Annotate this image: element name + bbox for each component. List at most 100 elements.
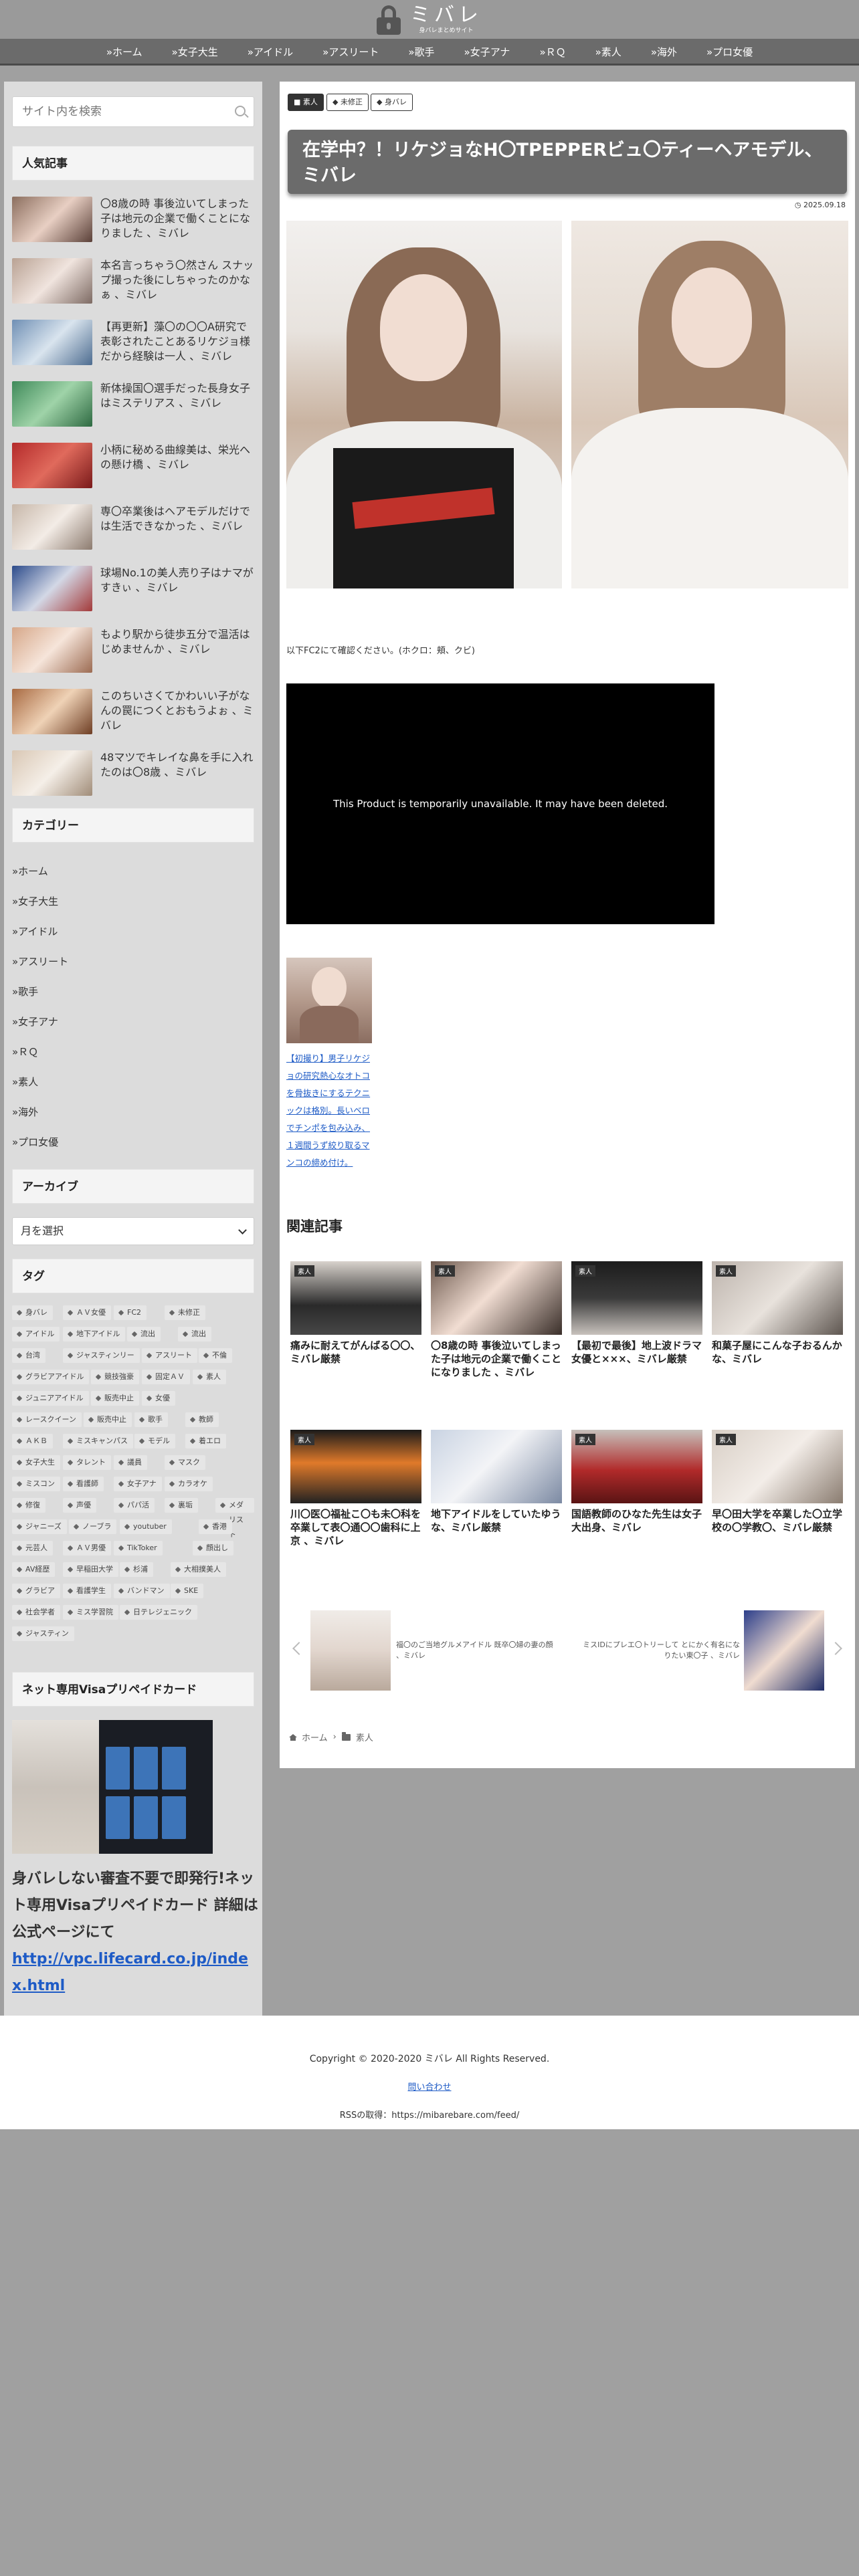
popular-item-title[interactable]: 球場No.1の美人売り子はナマがすきぃ 、ミバレ <box>100 566 254 595</box>
breadcrumb-category[interactable]: 素人 <box>356 1731 373 1743</box>
tag-item[interactable]: 早稲田大学 <box>63 1562 118 1577</box>
tag-item[interactable]: 女子大生 <box>12 1455 60 1470</box>
nav-item-announcer[interactable]: »女子アナ <box>450 39 525 64</box>
popular-item-title[interactable]: 〇8歳の時 事後泣いてしまった子は地元の企業で働くことになりました 、ミバレ <box>100 197 254 241</box>
tag-item[interactable]: 日テレジェニック <box>120 1605 197 1620</box>
popular-item-title[interactable]: このちいさくてかわいい子がなんの罠につくとおもうよぉ 、ミバレ <box>100 689 254 733</box>
tag-badge[interactable]: ◆ 未修正 <box>326 94 369 111</box>
tag-badge[interactable]: ◆ 身バレ <box>371 94 413 111</box>
search-icon[interactable] <box>235 106 246 116</box>
nav-item-rq[interactable]: »ＲＱ <box>524 39 580 64</box>
tag-item[interactable]: タレント <box>63 1455 111 1470</box>
tag-item[interactable]: SKE <box>171 1584 204 1598</box>
promo-link[interactable]: 【初撮り】男子リケジョの研究熱心なオトコを骨抜きにするテクニックは格別。長いベロ… <box>286 1050 373 1172</box>
tag-item[interactable]: バンドマン <box>114 1584 170 1598</box>
carousel-next-title[interactable]: ミスIDにプレエ〇トリーして とにかく有名になりたい東〇子 、ミバレ <box>579 1640 740 1661</box>
popular-item[interactable]: 【再更新】藻〇の〇〇A研究で表彰されたことあるリケジョ様だから経験は一人 、ミバ… <box>12 320 254 373</box>
tag-item[interactable]: 競技強豪 <box>91 1370 139 1384</box>
popular-thumb[interactable] <box>12 197 92 242</box>
popular-thumb[interactable] <box>12 320 92 365</box>
nav-item-amateur[interactable]: »素人 <box>581 39 636 64</box>
article-photo[interactable] <box>286 221 562 588</box>
popular-item[interactable]: 新体操国〇選手だった長身女子はミステリアス 、ミバレ <box>12 381 254 435</box>
related-item-title[interactable]: 早〇田大学を卒業した〇立学校の〇学教〇、ミバレ厳禁 <box>712 1507 843 1534</box>
popular-thumb[interactable] <box>12 443 92 488</box>
tag-item[interactable]: 流出 <box>127 1327 161 1341</box>
category-item[interactable]: »女子大生 <box>12 894 58 908</box>
tag-item[interactable]: モデル <box>134 1434 175 1448</box>
related-item-title[interactable]: 痛みに耐えてがんばる〇〇、ミバレ厳禁 <box>290 1339 421 1366</box>
tag-item[interactable]: FC2 <box>114 1305 147 1320</box>
popular-item[interactable]: 〇8歳の時 事後泣いてしまった子は地元の企業で働くことになりました 、ミバレ <box>12 197 254 250</box>
contact-link[interactable]: 問い合わせ <box>0 2080 859 2092</box>
tag-item[interactable]: ミス学習院 <box>63 1605 118 1620</box>
tag-item[interactable]: レースクイーン <box>12 1412 82 1427</box>
article-photo[interactable] <box>571 221 848 588</box>
category-badge[interactable]: ■ 素人 <box>288 94 324 111</box>
tag-item[interactable]: 看護師 <box>63 1477 104 1491</box>
popular-item-title[interactable]: 【再更新】藻〇の〇〇A研究で表彰されたことあるリケジョ様だから経験は一人 、ミバ… <box>100 320 254 364</box>
tag-item[interactable]: 議員 <box>114 1455 147 1470</box>
category-item[interactable]: »女子アナ <box>12 1014 58 1029</box>
popular-item-title[interactable]: もより駅から徒歩五分で温活はじめませんか 、ミバレ <box>100 627 254 657</box>
tag-item[interactable]: 女子アナ <box>114 1477 162 1491</box>
tag-item[interactable]: 裏垢 <box>165 1498 198 1513</box>
tag-item[interactable]: メダリスト <box>215 1498 254 1539</box>
popular-item[interactable]: 小柄に秘める曲線美は、栄光への懸け橋 、ミバレ <box>12 443 254 496</box>
tag-item[interactable]: ジャニーズ <box>12 1519 67 1534</box>
tag-item[interactable]: グラビア <box>12 1584 60 1598</box>
related-item-title[interactable]: 〇8歳の時 事後泣いてしまった子は地元の企業で働くことになりました 、ミバレ <box>431 1339 562 1379</box>
tag-item[interactable]: ノーブラ <box>69 1519 117 1534</box>
tag-item[interactable]: 流出 <box>178 1327 211 1341</box>
tag-item[interactable]: パパ活 <box>114 1498 155 1513</box>
popular-item[interactable]: このちいさくてかわいい子がなんの罠につくとおもうよぉ 、ミバレ <box>12 689 254 742</box>
tag-item[interactable]: AV経歴 <box>12 1562 56 1577</box>
category-item[interactable]: »素人 <box>12 1075 38 1089</box>
category-item[interactable]: »ＲＱ <box>12 1045 38 1059</box>
tag-item[interactable]: アイドル <box>12 1327 60 1341</box>
category-item[interactable]: »アイドル <box>12 924 58 938</box>
popular-thumb[interactable] <box>12 504 92 550</box>
popular-item[interactable]: 本名言っちゃう〇然さん スナップ撮った後にしちゃったのかなぁ 、ミバレ <box>12 258 254 312</box>
related-thumb[interactable] <box>431 1430 562 1503</box>
tag-item[interactable]: ミスキャンパス <box>63 1434 133 1448</box>
tag-item[interactable]: 看護学生 <box>63 1584 111 1598</box>
popular-thumb[interactable] <box>12 689 92 734</box>
carousel-prev-title[interactable]: 福〇のご当地グルメアイドル 既卒〇婦の妻の顔 、ミバレ <box>396 1640 557 1661</box>
tag-item[interactable]: 販売中止 <box>84 1412 132 1427</box>
related-item-title[interactable]: 【最初で最後】地上波ドラマ女優と×××、ミバレ厳禁 <box>571 1339 702 1366</box>
popular-item-title[interactable]: 専〇卒業後はヘアモデルだけでは生活できなかった 、ミバレ <box>100 504 254 534</box>
popular-item[interactable]: 専〇卒業後はヘアモデルだけでは生活できなかった 、ミバレ <box>12 504 254 558</box>
tag-item[interactable]: 台湾 <box>12 1348 45 1363</box>
tag-item[interactable]: アスリート <box>142 1348 197 1363</box>
category-item[interactable]: »歌手 <box>12 984 38 998</box>
carousel-thumb-next[interactable] <box>744 1610 824 1691</box>
tag-item[interactable]: 女優 <box>142 1391 175 1406</box>
tag-item[interactable]: マスク <box>165 1455 205 1470</box>
breadcrumb-home[interactable]: ホーム <box>302 1731 328 1743</box>
tag-item[interactable]: 杉浦 <box>120 1562 153 1577</box>
tag-item[interactable]: カラオケ <box>165 1477 213 1491</box>
nav-item-idol[interactable]: »アイドル <box>233 39 308 64</box>
tag-item[interactable]: youtuber <box>120 1519 172 1534</box>
tag-item[interactable]: TikToker <box>114 1541 163 1555</box>
nav-item-athlete[interactable]: »アスリート <box>308 39 393 64</box>
tag-item[interactable]: 販売中止 <box>91 1391 139 1406</box>
category-item[interactable]: »海外 <box>12 1105 38 1119</box>
chevron-right-icon[interactable] <box>829 1642 842 1655</box>
popular-thumb[interactable] <box>12 566 92 611</box>
tag-item[interactable]: 社会学者 <box>12 1605 60 1620</box>
tag-item[interactable]: 教師 <box>185 1412 219 1427</box>
visa-card-link[interactable]: http://vpc.lifecard.co.jp/index.html <box>12 1946 260 2000</box>
tag-item[interactable]: 固定ＡＶ <box>142 1370 190 1384</box>
tag-item[interactable]: ＡＶ女優 <box>63 1305 111 1320</box>
related-item-title[interactable]: 川〇医〇福祉こ〇も未〇科を卒業して表〇通〇〇歯科に上京 、ミバレ <box>290 1507 421 1547</box>
popular-item-title[interactable]: 本名言っちゃう〇然さん スナップ撮った後にしちゃったのかなぁ 、ミバレ <box>100 258 254 302</box>
popular-item-title[interactable]: 新体操国〇選手だった長身女子はミステリアス 、ミバレ <box>100 381 254 411</box>
promo-thumbnail[interactable] <box>286 958 372 1043</box>
tag-item[interactable]: 身バレ <box>12 1305 53 1320</box>
search-box[interactable] <box>12 96 254 127</box>
nav-item-pro-actress[interactable]: »プロ女優 <box>692 39 767 64</box>
popular-thumb[interactable] <box>12 381 92 427</box>
tag-item[interactable]: 素人 <box>193 1370 226 1384</box>
